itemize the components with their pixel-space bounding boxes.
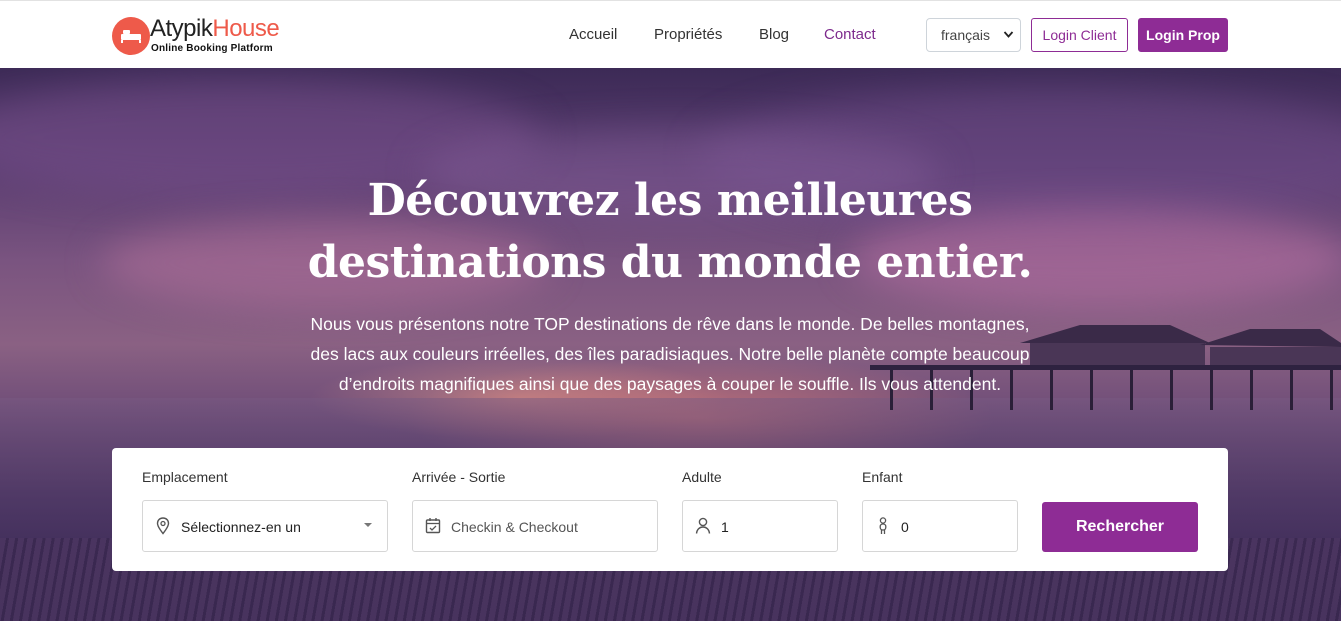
calendar-icon [425,517,441,535]
nav-item-contact[interactable]: Contact [824,25,876,45]
hero-title: Découvrez les meilleures destinations du… [270,170,1070,294]
hero-title-line1: Découvrez les meilleures [367,175,973,226]
hero-description-line3: d’endroits magnifiques ainsi que des pay… [338,374,1002,394]
brand-tagline: Online Booking Platform [151,43,273,54]
site-logo[interactable]: AtypikHouse Online Booking Platform [112,15,292,55]
children-input[interactable]: 0 [862,500,1018,552]
dates-input[interactable]: Checkin & Checkout [412,500,658,552]
nav-item-proprietes[interactable]: Propriétés [654,25,722,45]
language-select[interactable]: français [926,18,1021,52]
site-header: AtypikHouse Online Booking Platform Accu… [0,0,1341,68]
brand-name-part1: Atypik [150,15,213,42]
location-value: Sélectionnez-en un [181,519,301,535]
hero-section: Découvrez les meilleures destinations du… [0,68,1341,621]
children-value: 0 [901,519,909,535]
adults-input[interactable]: 1 [682,500,838,552]
child-icon [875,517,891,535]
map-pin-icon [155,517,171,535]
children-label: Enfant [862,469,903,485]
hero-description-line2: des lacs aux couleurs irréelles, des île… [310,344,1030,364]
adults-label: Adulte [682,469,722,485]
login-client-button[interactable]: Login Client [1031,18,1128,52]
brand-name-part2: House [212,15,280,42]
chevron-down-icon [1003,19,1014,64]
dates-label: Arrivée - Sortie [412,469,506,485]
hero-description-line1: Nous vous présentons notre TOP destinati… [310,314,1030,334]
adults-value: 1 [721,519,729,535]
location-select[interactable]: Sélectionnez-en un [142,500,388,552]
dates-placeholder: Checkin & Checkout [451,519,578,535]
brand-name: AtypikHouse [150,15,280,43]
search-form: Emplacement Sélectionnez-en un Arrivée -… [112,448,1228,571]
hero-description: Nous vous présentons notre TOP destinati… [290,309,1050,399]
location-label: Emplacement [142,469,228,485]
nav-item-accueil[interactable]: Accueil [569,25,617,45]
language-selected: français [941,27,991,43]
hero-title-line2: destinations du monde entier. [307,237,1033,288]
caret-down-icon [363,520,373,533]
search-button[interactable]: Rechercher [1042,502,1198,552]
user-icon [695,517,711,535]
nav-item-blog[interactable]: Blog [759,25,789,45]
bed-icon [112,17,150,55]
login-prop-button[interactable]: Login Prop [1138,18,1228,52]
